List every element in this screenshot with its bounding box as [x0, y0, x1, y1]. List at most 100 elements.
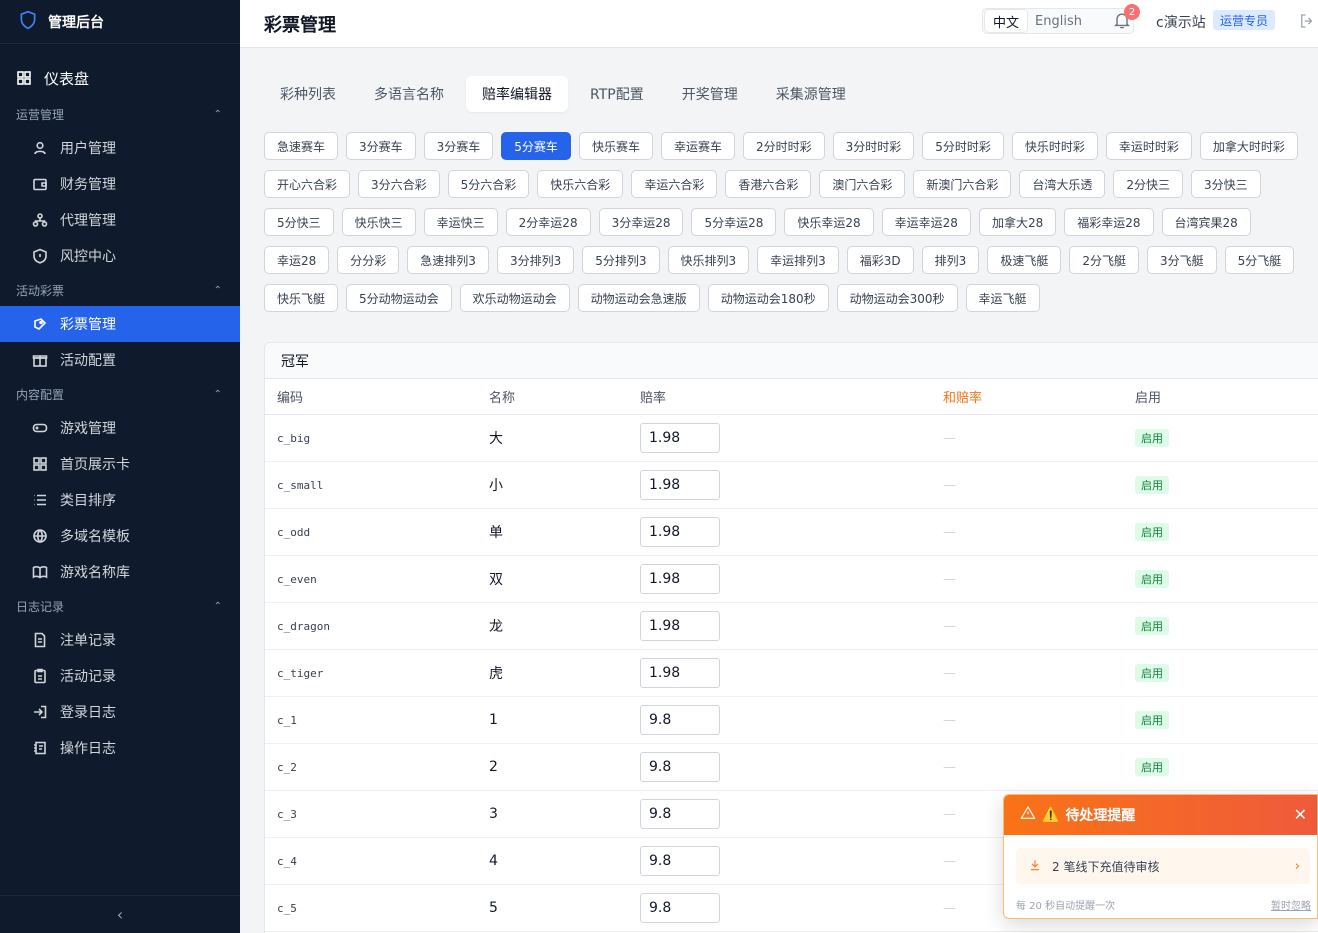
- lottery-chip[interactable]: 5分赛车: [501, 132, 571, 160]
- lottery-chip[interactable]: 加拿大时时彩: [1199, 132, 1298, 160]
- odds-input[interactable]: [640, 564, 720, 594]
- pending-recharge-item[interactable]: 2 笔线下充值待审核 ›: [1016, 848, 1310, 884]
- sidebar-item[interactable]: 首页展示卡: [0, 446, 240, 482]
- lottery-chip[interactable]: 急速赛车: [264, 132, 339, 160]
- sidebar-item[interactable]: 财务管理: [0, 166, 240, 202]
- sidebar-item-dashboard[interactable]: 仪表盘: [0, 58, 240, 98]
- lottery-chip[interactable]: 3分快三: [1191, 170, 1261, 198]
- lottery-chip[interactable]: 台湾宾果28: [1161, 208, 1251, 236]
- logout-icon[interactable]: [1298, 12, 1316, 34]
- lottery-chip[interactable]: 5分时时彩: [922, 132, 1004, 160]
- lottery-chip[interactable]: 5分六合彩: [447, 170, 530, 198]
- lottery-chip[interactable]: 快乐赛车: [578, 132, 653, 160]
- sidebar-group-header[interactable]: 运营管理 ⌃: [0, 98, 240, 130]
- lottery-chip[interactable]: 福彩3D: [846, 246, 914, 274]
- odds-input[interactable]: [640, 752, 720, 782]
- lottery-chip[interactable]: 3分时时彩: [832, 132, 915, 160]
- tab[interactable]: 采集源管理: [760, 76, 862, 112]
- lottery-chip[interactable]: 快乐幸运28: [784, 208, 874, 236]
- sidebar-group-header[interactable]: 日志记录 ⌃: [0, 590, 240, 622]
- sidebar-item[interactable]: 用户管理: [0, 130, 240, 166]
- lottery-chip[interactable]: 动物运动会急速版: [577, 284, 700, 312]
- lottery-chip[interactable]: 幸运六合彩: [631, 170, 718, 198]
- lottery-chip[interactable]: 幸运赛车: [660, 132, 735, 160]
- sidebar-item[interactable]: 活动配置: [0, 342, 240, 378]
- lottery-chip[interactable]: 加拿大28: [978, 208, 1057, 236]
- odds-input[interactable]: [640, 705, 720, 735]
- enabled-badge[interactable]: 启用: [1135, 429, 1169, 447]
- lottery-chip[interactable]: 2分飞艇: [1069, 246, 1139, 274]
- odds-input[interactable]: [640, 799, 720, 829]
- tab[interactable]: 开奖管理: [666, 76, 754, 112]
- enabled-badge[interactable]: 启用: [1135, 523, 1169, 541]
- lottery-chip[interactable]: 台湾大乐透: [1019, 170, 1106, 198]
- sidebar-item[interactable]: 多域名模板: [0, 518, 240, 554]
- lottery-chip[interactable]: 幸运时时彩: [1105, 132, 1192, 160]
- lottery-chip[interactable]: 3分飞艇: [1146, 246, 1217, 274]
- collapse-sidebar-button[interactable]: ‹: [0, 895, 240, 933]
- lottery-chip[interactable]: 2分时时彩: [742, 132, 825, 160]
- sidebar-item[interactable]: 代理管理: [0, 202, 240, 238]
- sidebar-group-header[interactable]: 内容配置 ⌃: [0, 378, 240, 410]
- lottery-chip[interactable]: 新澳门六合彩: [913, 170, 1012, 198]
- lottery-chip[interactable]: 5分飞艇: [1224, 246, 1295, 274]
- odds-input[interactable]: [640, 611, 720, 641]
- enabled-badge[interactable]: 启用: [1135, 664, 1169, 682]
- tab[interactable]: RTP配置: [574, 76, 660, 112]
- sidebar-item[interactable]: 彩票管理: [0, 306, 240, 342]
- ignore-link[interactable]: 暂时忽略: [1271, 897, 1311, 912]
- lottery-chip[interactable]: 动物运动会180秒: [707, 284, 829, 312]
- close-icon[interactable]: ✕: [1294, 805, 1307, 824]
- lottery-chip[interactable]: 快乐快三: [341, 208, 416, 236]
- lottery-chip[interactable]: 快乐时时彩: [1011, 132, 1098, 160]
- sidebar-item[interactable]: 风控中心: [0, 238, 240, 274]
- lang-zh-button[interactable]: 中文: [985, 10, 1028, 32]
- lottery-chip[interactable]: 3分赛车: [423, 132, 494, 160]
- odds-input[interactable]: [640, 893, 720, 923]
- sidebar-item[interactable]: 登录日志: [0, 694, 240, 730]
- lottery-chip[interactable]: 3分排列3: [496, 246, 575, 274]
- sidebar-item[interactable]: 类目排序: [0, 482, 240, 518]
- sidebar-item[interactable]: 游戏管理: [0, 410, 240, 446]
- lottery-chip[interactable]: 动物运动会300秒: [836, 284, 958, 312]
- lottery-chip[interactable]: 香港六合彩: [725, 170, 812, 198]
- lottery-chip[interactable]: 急速排列3: [407, 246, 489, 274]
- lottery-chip[interactable]: 分分彩: [337, 246, 400, 274]
- enabled-badge[interactable]: 启用: [1135, 617, 1169, 635]
- lang-en-button[interactable]: English: [1027, 10, 1090, 32]
- lottery-chip[interactable]: 3分六合彩: [358, 170, 440, 198]
- lottery-chip[interactable]: 快乐飞艇: [264, 284, 339, 312]
- lottery-chip[interactable]: 快乐六合彩: [537, 170, 624, 198]
- lottery-chip[interactable]: 幸运28: [264, 246, 330, 274]
- lottery-chip[interactable]: 福彩幸运28: [1064, 208, 1154, 236]
- odds-input[interactable]: [640, 658, 720, 688]
- user-name[interactable]: c演示站: [1156, 12, 1206, 32]
- tab[interactable]: 彩种列表: [264, 76, 352, 112]
- lottery-chip[interactable]: 2分快三: [1113, 170, 1184, 198]
- lottery-chip[interactable]: 5分排列3: [582, 246, 660, 274]
- enabled-badge[interactable]: 启用: [1135, 758, 1169, 776]
- enabled-badge[interactable]: 启用: [1135, 570, 1169, 588]
- tab[interactable]: 赔率编辑器: [466, 76, 568, 112]
- lottery-chip[interactable]: 3分幸运28: [598, 208, 684, 236]
- lottery-chip[interactable]: 2分幸运28: [505, 208, 591, 236]
- lottery-chip[interactable]: 澳门六合彩: [819, 170, 906, 198]
- lottery-chip[interactable]: 排列3: [921, 246, 980, 274]
- lottery-chip[interactable]: 3分赛车: [346, 132, 416, 160]
- sidebar-item[interactable]: 操作日志: [0, 730, 240, 766]
- lottery-chip[interactable]: 快乐排列3: [667, 246, 750, 274]
- lottery-chip[interactable]: 幸运排列3: [757, 246, 839, 274]
- lottery-chip[interactable]: 幸运快三: [423, 208, 498, 236]
- lottery-chip[interactable]: 幸运幸运28: [881, 208, 971, 236]
- lottery-chip[interactable]: 欢乐动物运动会: [459, 284, 570, 312]
- lottery-chip[interactable]: 幸运飞艇: [965, 284, 1040, 312]
- sidebar-item[interactable]: 活动记录: [0, 658, 240, 694]
- enabled-badge[interactable]: 启用: [1135, 711, 1169, 729]
- lottery-chip[interactable]: 极速飞艇: [987, 246, 1062, 274]
- odds-input[interactable]: [640, 470, 720, 500]
- sidebar-group-header[interactable]: 活动彩票 ⌃: [0, 274, 240, 306]
- sidebar-item[interactable]: 游戏名称库: [0, 554, 240, 590]
- odds-input[interactable]: [640, 423, 720, 453]
- tab[interactable]: 多语言名称: [358, 76, 460, 112]
- lottery-chip[interactable]: 5分动物运动会: [346, 284, 452, 312]
